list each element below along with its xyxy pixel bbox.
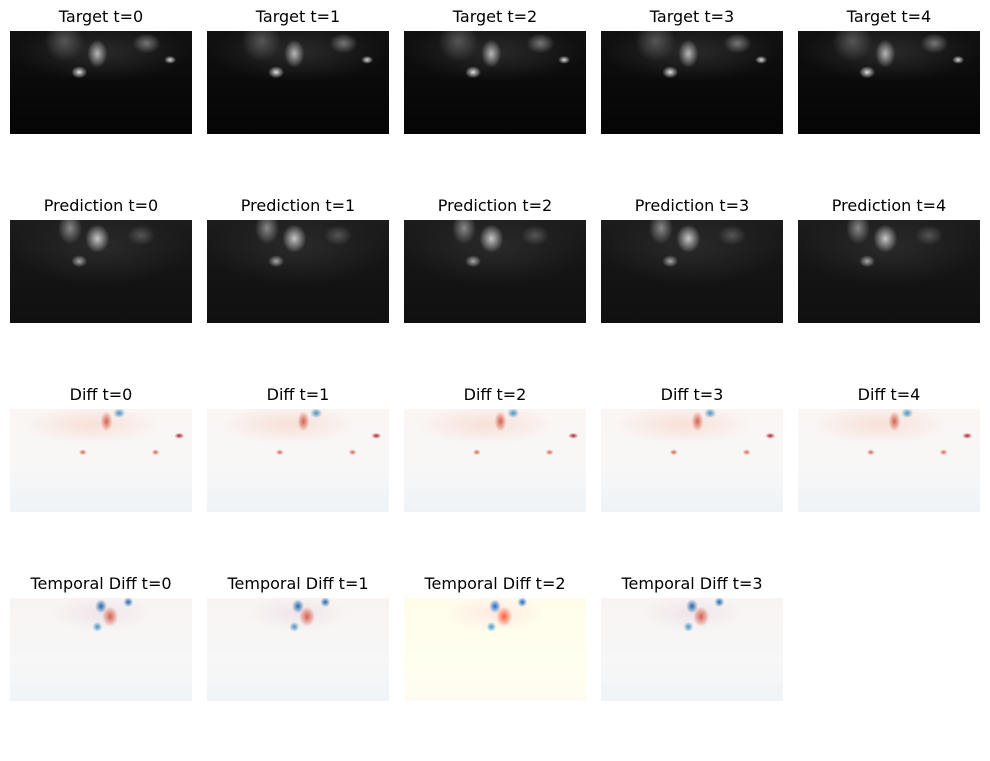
panel-title: Temporal Diff t=2 — [424, 574, 566, 593]
tdiff-image-panel — [207, 598, 389, 701]
diff-image-panel — [10, 409, 192, 512]
panel-title: Prediction t=4 — [831, 196, 947, 215]
tdiff-image-panel — [404, 598, 586, 701]
target-image-panel — [10, 31, 192, 134]
pred-image-panel — [207, 220, 389, 323]
panel-title: Target t=2 — [452, 7, 538, 26]
panel-title: Diff t=4 — [857, 385, 921, 404]
panel-title: Temporal Diff t=0 — [30, 574, 172, 593]
diff-image-panel — [798, 409, 980, 512]
diff-image-panel — [207, 409, 389, 512]
target-image-panel — [798, 31, 980, 134]
diff-image-panel — [601, 409, 783, 512]
pred-image-panel — [10, 220, 192, 323]
target-image-panel — [601, 31, 783, 134]
diff-image-panel — [404, 409, 586, 512]
tdiff-image-panel — [10, 598, 192, 701]
panel-title: Prediction t=2 — [437, 196, 553, 215]
panel-title: Temporal Diff t=3 — [621, 574, 763, 593]
panel-title: Diff t=2 — [463, 385, 527, 404]
target-image-panel — [404, 31, 586, 134]
pred-image-panel — [601, 220, 783, 323]
panel-title: Prediction t=3 — [634, 196, 750, 215]
panel-title: Target t=3 — [649, 7, 735, 26]
panel-title: Diff t=3 — [660, 385, 724, 404]
pred-image-panel — [404, 220, 586, 323]
panel-title: Target t=1 — [255, 7, 341, 26]
panel-title: Prediction t=1 — [240, 196, 356, 215]
panel-title: Target t=0 — [58, 7, 144, 26]
panel-title: Diff t=0 — [69, 385, 133, 404]
pred-image-panel — [798, 220, 980, 323]
target-image-panel — [207, 31, 389, 134]
panel-title: Target t=4 — [846, 7, 932, 26]
panel-title: Prediction t=0 — [43, 196, 159, 215]
panel-title: Temporal Diff t=1 — [227, 574, 369, 593]
tdiff-image-panel — [601, 598, 783, 701]
panel-title: Diff t=1 — [266, 385, 330, 404]
